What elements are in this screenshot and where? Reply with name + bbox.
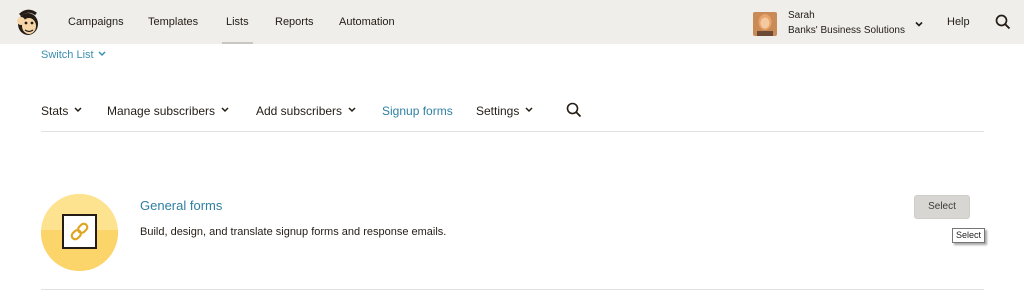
select-tooltip: Select bbox=[952, 228, 986, 243]
help-link[interactable]: Help bbox=[947, 0, 970, 44]
link-icon bbox=[62, 214, 97, 249]
subnav-manage-subscribers[interactable]: Manage subscribers bbox=[107, 104, 229, 118]
subnav-stats-label: Stats bbox=[41, 104, 69, 118]
general-forms-link[interactable]: General forms bbox=[140, 198, 222, 213]
user-name[interactable]: Sarah bbox=[788, 10, 815, 21]
section-divider bbox=[41, 289, 984, 290]
subnav-add-subscribers[interactable]: Add subscribers bbox=[256, 104, 356, 118]
subnav-signup-forms-label: Signup forms bbox=[382, 104, 453, 118]
subnav-manage-subscribers-label: Manage subscribers bbox=[107, 104, 216, 118]
chevron-down-icon bbox=[74, 107, 82, 113]
chevron-down-icon bbox=[221, 107, 229, 113]
chevron-down-icon bbox=[525, 107, 533, 113]
general-forms-description: Build, design, and translate signup form… bbox=[140, 226, 447, 238]
subnav-settings[interactable]: Settings bbox=[476, 104, 533, 118]
nav-reports[interactable]: Reports bbox=[275, 0, 314, 44]
subnav-add-subscribers-label: Add subscribers bbox=[256, 104, 343, 118]
subnav-signup-forms[interactable]: Signup forms bbox=[382, 104, 453, 118]
chevron-down-icon bbox=[348, 107, 356, 113]
subnav-stats[interactable]: Stats bbox=[41, 104, 82, 118]
chevron-down-icon[interactable] bbox=[914, 16, 924, 27]
nav-campaigns[interactable]: Campaigns bbox=[68, 0, 124, 44]
switch-list-dropdown[interactable]: Switch List bbox=[41, 49, 106, 61]
nav-lists[interactable]: Lists bbox=[222, 0, 253, 44]
select-button[interactable]: Select bbox=[914, 195, 970, 219]
top-navigation-bar: Campaigns Templates Lists Reports Automa… bbox=[0, 0, 1024, 44]
search-icon[interactable] bbox=[566, 102, 582, 118]
user-avatar[interactable] bbox=[753, 12, 777, 36]
mailchimp-logo-icon[interactable] bbox=[15, 9, 41, 37]
switch-list-label: Switch List bbox=[41, 49, 94, 61]
nav-templates[interactable]: Templates bbox=[148, 0, 198, 44]
nav-automation[interactable]: Automation bbox=[339, 0, 395, 44]
subnav-settings-label: Settings bbox=[476, 104, 520, 118]
user-organization[interactable]: Banks' Business Solutions bbox=[788, 25, 905, 36]
subnav-divider bbox=[41, 131, 984, 132]
chevron-down-icon bbox=[98, 51, 106, 57]
search-icon[interactable] bbox=[995, 14, 1011, 30]
